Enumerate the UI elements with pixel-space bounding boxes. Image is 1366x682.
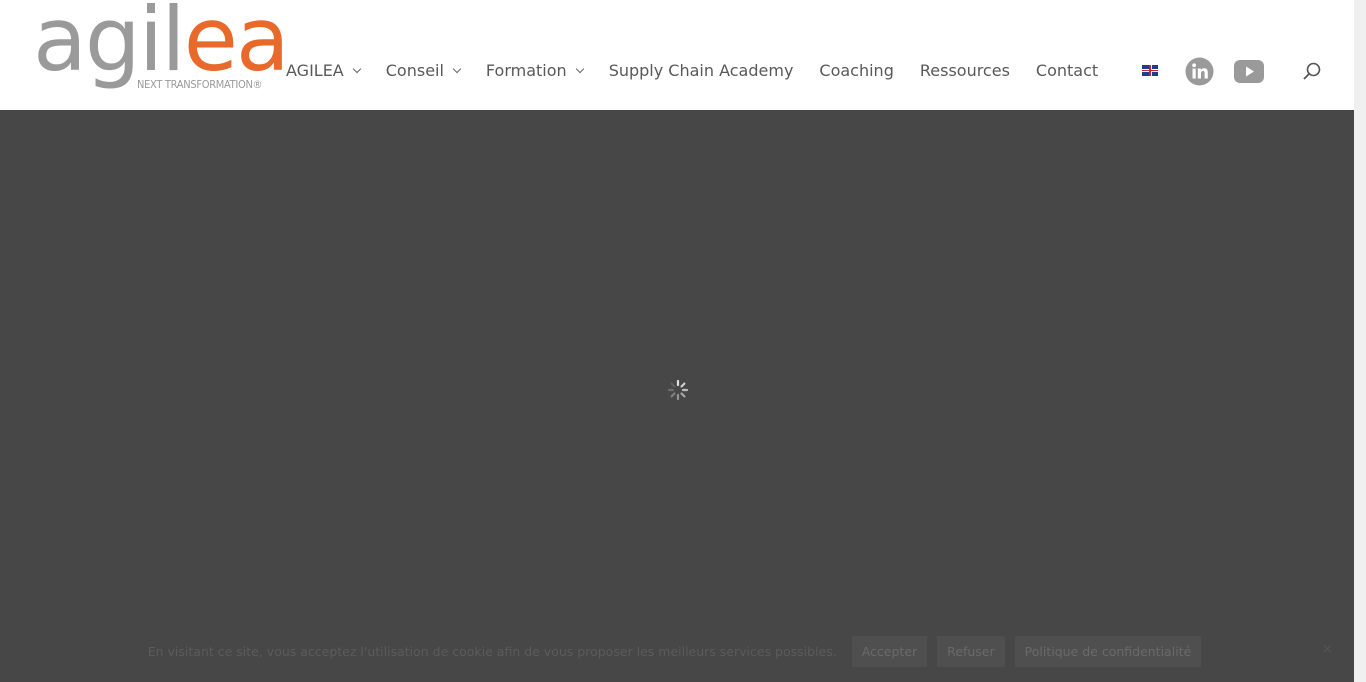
nav-item-agilea[interactable]: AGILEA bbox=[286, 58, 361, 82]
logo-wordmark: agilea bbox=[33, 0, 290, 91]
youtube-icon[interactable] bbox=[1234, 60, 1264, 83]
chevron-down-icon bbox=[452, 64, 462, 73]
nav-item-formation[interactable]: Formation bbox=[486, 58, 584, 82]
nav-item-coaching[interactable]: Coaching bbox=[819, 58, 893, 82]
chevron-down-icon bbox=[575, 64, 584, 73]
page-scrollbar[interactable] bbox=[1354, 0, 1366, 682]
cookie-message: En visitant ce site, vous acceptez l'uti… bbox=[147, 643, 837, 659]
site-logo[interactable]: agilea NEXT TRANSFORMATION® bbox=[33, 0, 290, 100]
cookie-policy-button[interactable]: Politique de confidentialité bbox=[1014, 635, 1202, 667]
uk-flag-icon[interactable] bbox=[1142, 65, 1158, 76]
linkedin-icon[interactable] bbox=[1185, 57, 1214, 86]
search-icon[interactable] bbox=[1301, 61, 1323, 83]
loading-spinner-icon bbox=[666, 378, 690, 402]
cookie-banner: En visitant ce site, vous acceptez l'uti… bbox=[0, 620, 1354, 682]
nav-item-conseil[interactable]: Conseil bbox=[386, 58, 462, 82]
nav-item-contact[interactable]: Contact bbox=[1036, 58, 1098, 82]
site-header: agilea NEXT TRANSFORMATION® AGILEA Conse… bbox=[0, 0, 1354, 110]
nav-item-ressources[interactable]: Ressources bbox=[920, 58, 1010, 82]
cookie-refuse-button[interactable]: Refuser bbox=[937, 635, 1005, 667]
nav-item-supply-chain-academy[interactable]: Supply Chain Academy bbox=[609, 58, 794, 82]
main-nav: AGILEA Conseil Formation Supply Chain Ac… bbox=[286, 58, 1124, 82]
logo-tagline: NEXT TRANSFORMATION® bbox=[137, 78, 263, 91]
close-icon[interactable]: × bbox=[1322, 642, 1333, 657]
cookie-accept-button[interactable]: Accepter bbox=[851, 635, 928, 667]
chevron-down-icon bbox=[352, 64, 361, 73]
